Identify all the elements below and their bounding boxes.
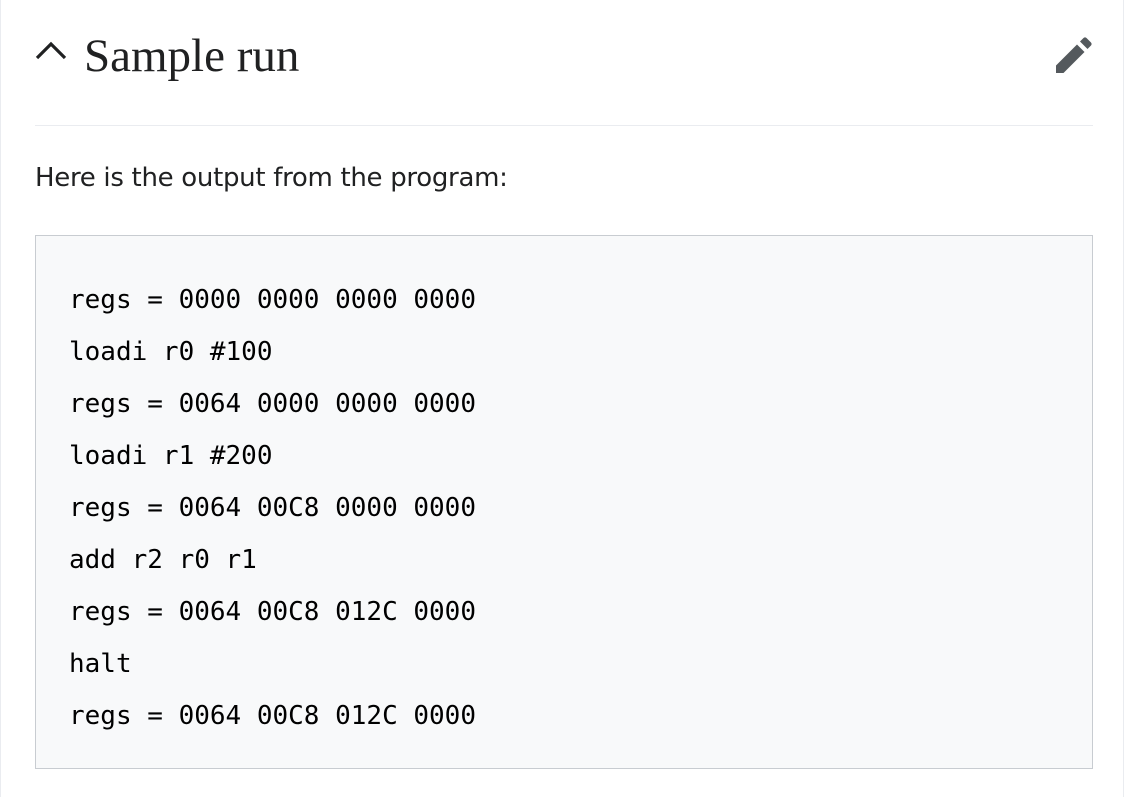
code-line: loadi r1 #200 — [69, 441, 273, 471]
code-line: regs = 0064 0000 0000 0000 — [69, 389, 476, 419]
code-line: regs = 0064 00C8 012C 0000 — [69, 701, 476, 731]
pencil-icon — [1056, 37, 1092, 73]
section-header: Sample run — [35, 22, 1093, 126]
section-title: Sample run — [84, 30, 300, 82]
code-output-block: regs = 0000 0000 0000 0000 loadi r0 #100… — [35, 235, 1093, 769]
intro-text: Here is the output from the program: — [35, 163, 508, 193]
code-line: halt — [69, 649, 132, 679]
code-line: regs = 0064 00C8 0000 0000 — [69, 493, 476, 523]
code-line: regs = 0000 0000 0000 0000 — [69, 285, 476, 315]
code-line: add r2 r0 r1 — [69, 545, 257, 575]
content-frame: Sample run Here is the output from the p… — [0, 0, 1124, 797]
code-line: regs = 0064 00C8 012C 0000 — [69, 597, 476, 627]
chevron-up-icon — [35, 41, 67, 60]
edit-section-button[interactable] — [1053, 36, 1093, 76]
collapse-toggle[interactable] — [35, 30, 67, 70]
code-line: loadi r0 #100 — [69, 337, 273, 367]
